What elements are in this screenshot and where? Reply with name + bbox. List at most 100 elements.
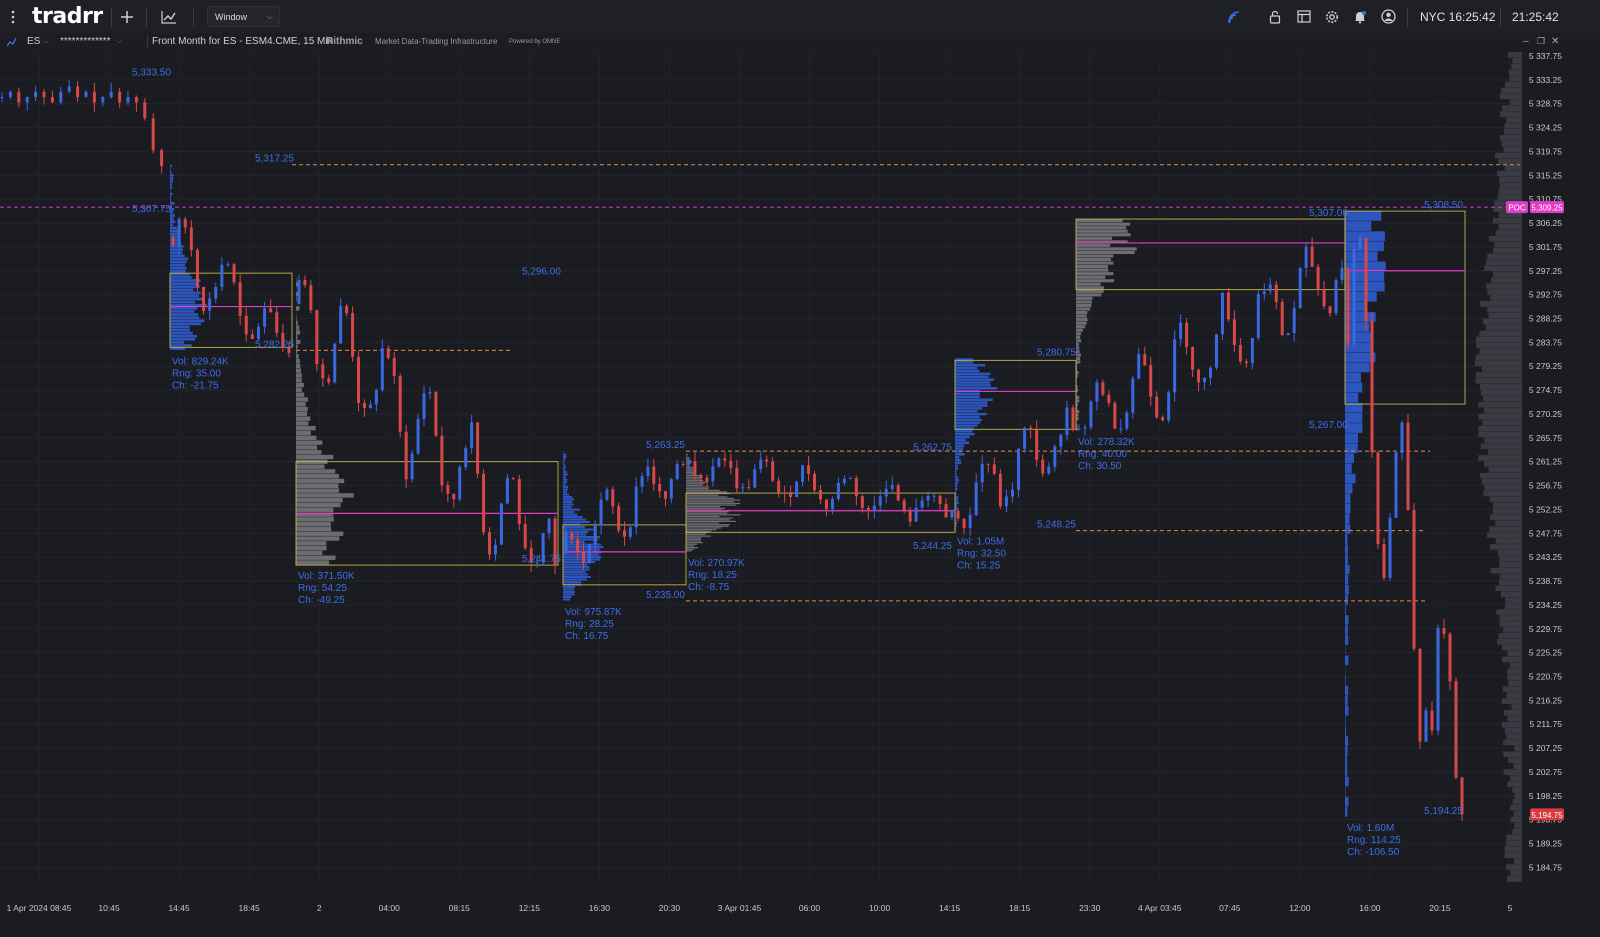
volume-profile-bar (955, 496, 959, 499)
price-label: 5,317.25 (255, 154, 294, 165)
volume-profile-bar (1345, 493, 1351, 504)
candle (807, 465, 811, 474)
volume-profile-bar (170, 223, 174, 227)
volume-profile-bar (1345, 524, 1351, 534)
candle (1173, 339, 1177, 393)
candle (658, 483, 662, 492)
candle (1358, 237, 1362, 249)
session-range: Rng: 18.25 (688, 570, 737, 581)
restore-icon[interactable]: ❐ (1537, 33, 1545, 50)
volume-profile-bar (955, 407, 982, 410)
candle (118, 91, 122, 103)
composite-profile-bar (1478, 455, 1522, 461)
candle (1029, 427, 1033, 430)
candle (250, 334, 254, 339)
volume-profile-bar (1345, 655, 1349, 666)
volume-profile-bar (296, 526, 332, 532)
close-icon[interactable]: ✕ (1551, 33, 1559, 50)
candle (1382, 544, 1386, 578)
candle (202, 287, 206, 311)
volume-profile-bar (955, 458, 961, 462)
candle (1143, 353, 1147, 366)
candle (92, 91, 96, 103)
composite-profile-bar (1503, 769, 1522, 775)
composite-profile-bar (1507, 650, 1522, 657)
volume-profile-bar (955, 409, 978, 413)
volume-profile-bar (563, 496, 573, 499)
chart-line-icon[interactable] (161, 0, 177, 33)
volume-profile-bar (686, 468, 694, 470)
composite-profile-bar (1510, 816, 1522, 823)
candle (1214, 334, 1218, 368)
volume-profile-bar (955, 404, 988, 407)
bell-icon[interactable] (1353, 0, 1367, 33)
volume-profile-bar (1076, 310, 1088, 315)
volume-profile-bar (563, 538, 599, 541)
volume-profile-bar (1345, 342, 1371, 353)
composite-profile-bar (1499, 621, 1522, 627)
volume-profile-bar (296, 354, 299, 359)
session-range: Rng: 35.00 (172, 368, 221, 379)
price-chart[interactable]: 5 337.75 5 333.25 5 328.75 5 324.25 5 319.75… (0, 50, 1600, 937)
session-volume: Vol: 1.60M (1347, 823, 1394, 834)
composite-profile-bar (1513, 858, 1522, 864)
gear-icon[interactable] (1325, 0, 1339, 33)
menu-dots-icon[interactable] (8, 0, 18, 33)
x-tick-label: 16:30 (589, 903, 611, 913)
candle (351, 313, 355, 357)
volume-profile-bar (296, 464, 325, 469)
y-tick-label: 5 261.25 (1529, 457, 1562, 467)
volume-profile-bar (296, 560, 330, 565)
plus-icon[interactable] (120, 0, 134, 33)
x-tick-label: 16:00 (1359, 903, 1381, 913)
volume-profile-bar (955, 392, 980, 396)
volume-profile-bar (955, 435, 970, 439)
window-select[interactable]: Window ⌵ (207, 0, 280, 33)
candle (1394, 452, 1398, 518)
candle (1232, 319, 1236, 346)
candle (109, 91, 113, 98)
account-select[interactable]: ************* ⌵ (60, 33, 122, 50)
price-label: 5,235.00 (646, 590, 685, 601)
session-volume: Vol: 270.97K (688, 558, 745, 569)
session-change: Ch: -8.75 (688, 582, 730, 593)
candle (980, 463, 984, 483)
volume-profile-bar (1345, 705, 1349, 716)
candle (208, 298, 212, 311)
y-tick-label: 5 211.75 (1530, 719, 1563, 729)
volume-profile-bar (563, 513, 578, 516)
volume-profile-bar (1345, 716, 1346, 726)
volume-profile-bar (170, 198, 172, 202)
toolbar-divider (1500, 7, 1501, 27)
volume-profile-bar (296, 368, 302, 373)
x-tick-label: 18:15 (1009, 903, 1031, 913)
volume-profile-bar (955, 387, 998, 390)
x-tick-label: 08:15 (449, 903, 471, 913)
powered-by: Powered by OMNE (509, 38, 561, 45)
lock-icon[interactable] (1269, 0, 1281, 33)
chart-type-icon[interactable] (6, 33, 17, 50)
volume-profile-bar (563, 593, 575, 596)
composite-profile-bar (1480, 443, 1522, 449)
volume-profile-bar (1345, 675, 1346, 686)
signal-icon[interactable] (1227, 0, 1243, 33)
volume-profile-bar (170, 251, 183, 255)
volume-profile-bar (686, 519, 730, 521)
user-icon[interactable] (1381, 0, 1396, 33)
composite-profile-bar (1510, 662, 1522, 669)
y-tick-label: 5 238.75 (1529, 576, 1562, 586)
candle (126, 97, 130, 103)
candle (1083, 427, 1087, 429)
volume-profile-bar (170, 164, 172, 168)
candle (1328, 306, 1332, 314)
volume-profile-bar (1076, 250, 1135, 255)
symbol-select[interactable]: ES ⌵ (27, 33, 49, 50)
volume-profile-bar (955, 461, 962, 465)
candle (1256, 293, 1260, 339)
candle (511, 478, 515, 480)
minimize-icon[interactable]: – (1523, 33, 1529, 50)
x-tick-label: 04:00 (379, 903, 401, 913)
layout-icon[interactable] (1297, 0, 1311, 33)
candle (368, 404, 372, 408)
volume-profile-bar (563, 511, 575, 514)
